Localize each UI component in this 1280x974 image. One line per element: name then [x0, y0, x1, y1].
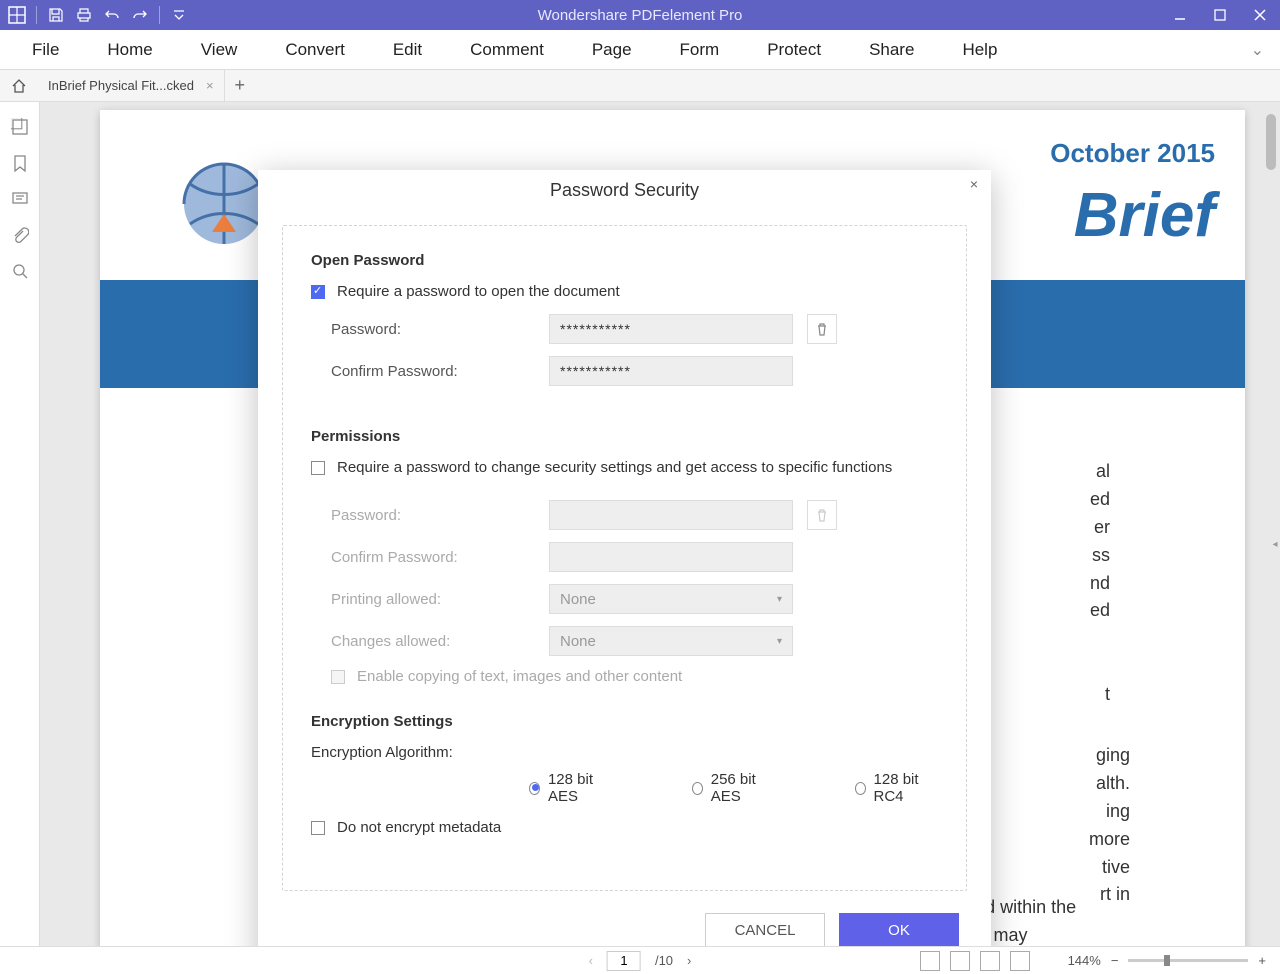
maximize-button[interactable] [1200, 0, 1240, 30]
enable-copying-checkbox [331, 670, 345, 684]
section-encryption: Encryption Settings [311, 713, 938, 730]
menu-protect[interactable]: Protect [743, 40, 845, 60]
status-bar: ‹ /10 › 144% − + [0, 946, 1280, 974]
page-number-input[interactable] [607, 951, 641, 971]
require-open-password-label: Require a password to open the document [337, 283, 620, 300]
chevron-down-icon: ▾ [777, 636, 782, 647]
chevron-down-icon: ▾ [777, 594, 782, 605]
zoom-slider[interactable] [1128, 959, 1248, 962]
tab-strip: InBrief Physical Fit...cked × + [0, 70, 1280, 102]
perm-password-label: Password: [331, 507, 549, 524]
printing-allowed-label: Printing allowed: [331, 591, 549, 608]
require-perm-password-checkbox[interactable] [311, 461, 325, 475]
perm-confirm-input [549, 542, 793, 572]
menu-bar: File Home View Convert Edit Comment Page… [0, 30, 1280, 70]
undo-icon[interactable] [103, 6, 121, 24]
save-icon[interactable] [47, 6, 65, 24]
dialog-title: Password Security [258, 170, 991, 207]
radio-256-aes[interactable] [692, 782, 703, 795]
open-password-input[interactable] [549, 314, 793, 344]
page-navigator: ‹ /10 › [589, 951, 692, 971]
prev-page-button[interactable]: ‹ [589, 953, 593, 968]
view-mode-buttons [920, 951, 1030, 971]
menu-convert[interactable]: Convert [261, 40, 369, 60]
menu-edit[interactable]: Edit [369, 40, 446, 60]
menu-share[interactable]: Share [845, 40, 938, 60]
view-single-icon[interactable] [920, 951, 940, 971]
require-open-password-checkbox[interactable] [311, 285, 325, 299]
menu-comment[interactable]: Comment [446, 40, 568, 60]
workspace: ▸ October 2015 Brief Sa Em Sc Ac Vic Chi… [0, 102, 1280, 946]
enable-copying-label: Enable copying of text, images and other… [357, 668, 682, 685]
app-logo-icon [8, 6, 26, 24]
zoom-slider-knob[interactable] [1164, 955, 1170, 966]
password-security-dialog: Password Security × Open Password Requir… [258, 170, 991, 974]
clear-open-password-button[interactable] [807, 314, 837, 344]
app-title: Wondershare PDFelement Pro [538, 7, 743, 24]
zoom-in-button[interactable]: + [1258, 953, 1266, 968]
no-encrypt-metadata-label: Do not encrypt metadata [337, 819, 501, 836]
open-password-label: Password: [331, 321, 549, 338]
tab-label: InBrief Physical Fit...cked [48, 78, 194, 93]
menu-view[interactable]: View [177, 40, 262, 60]
changes-allowed-label: Changes allowed: [331, 633, 549, 650]
zoom-controls: 144% − + [1068, 953, 1266, 968]
title-bar: Wondershare PDFelement Pro [0, 0, 1280, 30]
menu-page[interactable]: Page [568, 40, 656, 60]
home-tab-icon[interactable] [0, 78, 38, 94]
new-tab-button[interactable]: + [225, 75, 256, 96]
open-confirm-input[interactable] [549, 356, 793, 386]
section-open-password: Open Password [311, 252, 938, 269]
document-tab[interactable]: InBrief Physical Fit...cked × [38, 70, 225, 101]
dialog-close-icon[interactable]: × [965, 176, 983, 194]
menu-expand-icon[interactable]: ⌄ [1251, 40, 1264, 60]
require-perm-password-label: Require a password to change security se… [337, 459, 892, 476]
next-page-button[interactable]: › [687, 953, 691, 968]
menu-help[interactable]: Help [938, 40, 1021, 60]
printing-allowed-select: None▾ [549, 584, 793, 614]
cancel-button[interactable]: CANCEL [705, 913, 825, 947]
perm-password-input [549, 500, 793, 530]
ok-button[interactable]: OK [839, 913, 959, 947]
qat-dropdown-icon[interactable] [170, 6, 188, 24]
clear-perm-password-button [807, 500, 837, 530]
menu-form[interactable]: Form [656, 40, 744, 60]
view-grid-icon[interactable] [1010, 951, 1030, 971]
open-confirm-label: Confirm Password: [331, 363, 549, 380]
close-button[interactable] [1240, 0, 1280, 30]
zoom-out-button[interactable]: − [1111, 953, 1119, 968]
zoom-level: 144% [1068, 953, 1101, 968]
changes-allowed-select: None▾ [549, 626, 793, 656]
encryption-algorithm-label: Encryption Algorithm: [311, 744, 453, 761]
no-encrypt-metadata-checkbox[interactable] [311, 821, 325, 835]
redo-icon[interactable] [131, 6, 149, 24]
page-total: /10 [655, 953, 673, 968]
view-continuous-icon[interactable] [950, 951, 970, 971]
perm-confirm-label: Confirm Password: [331, 549, 549, 566]
radio-128-rc4[interactable] [855, 782, 866, 795]
minimize-button[interactable] [1160, 0, 1200, 30]
menu-file[interactable]: File [8, 40, 83, 60]
section-permissions: Permissions [311, 428, 938, 445]
tab-close-icon[interactable]: × [206, 78, 214, 93]
print-icon[interactable] [75, 6, 93, 24]
radio-128-aes[interactable] [529, 782, 540, 795]
view-facing-icon[interactable] [980, 951, 1000, 971]
menu-home[interactable]: Home [83, 40, 176, 60]
dialog-layer: Password Security × Open Password Requir… [0, 102, 1280, 946]
